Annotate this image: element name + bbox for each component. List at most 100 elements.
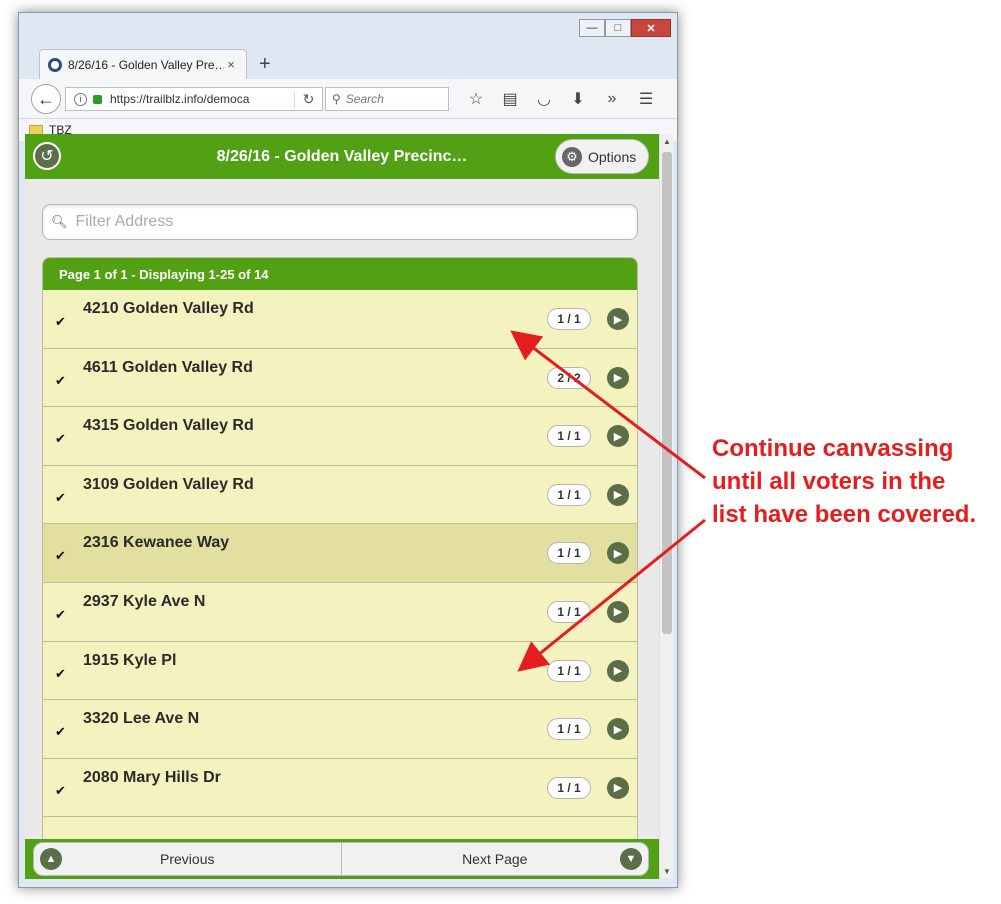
chevron-right-icon[interactable]: ▶: [607, 366, 629, 389]
pocket-icon[interactable]: ◡: [527, 87, 561, 111]
tab-bar: 8/26/16 - Golden Valley Pre… × +: [19, 41, 677, 79]
count-badge: 1 / 1: [547, 600, 591, 623]
checkmark-icon: ✔: [55, 489, 66, 505]
search-icon: 🔍︎: [51, 214, 68, 229]
address-label: 4315 Golden Valley Rd: [83, 417, 254, 435]
checkmark-icon: ✔: [55, 606, 66, 622]
list-item[interactable]: ✔ 4210 Golden Valley Rd 1 / 1 ▶: [43, 290, 637, 349]
scroll-down-icon[interactable]: ▼: [663, 867, 671, 876]
options-button[interactable]: ⚙ Options: [555, 139, 649, 174]
gear-icon: ⚙: [562, 146, 582, 167]
close-window-button[interactable]: ✕: [631, 19, 671, 37]
address-label: 3109 Golden Valley Rd: [83, 475, 254, 493]
count-badge: 1 / 1: [547, 308, 591, 330]
count-badge: 1 / 1: [547, 776, 591, 799]
checkmark-icon: ✔: [55, 665, 66, 681]
new-tab-button[interactable]: +: [259, 53, 271, 76]
address-label: 1915 Kyle Pl: [83, 651, 177, 669]
nav-bar: ← i https://trailblz.info/democa ↻ ⚲ Sea…: [19, 79, 677, 119]
checkmark-icon: ✔: [55, 782, 66, 798]
annotation-line-2: until all voters in the: [712, 468, 946, 495]
overflow-icon[interactable]: »: [595, 87, 629, 111]
options-label: Options: [588, 148, 637, 165]
count-badge: 1 / 1: [547, 425, 591, 448]
url-bar[interactable]: i https://trailblz.info/democa ↻: [65, 87, 323, 111]
annotation-line-1: Continue canvassing: [712, 435, 954, 462]
chevron-right-icon[interactable]: ▶: [607, 718, 629, 741]
annotation-text: Continue canvassing until all voters in …: [712, 432, 997, 531]
chevron-right-icon[interactable]: ▶: [607, 425, 629, 448]
list-item[interactable]: ✔ 4315 Golden Valley Rd 1 / 1 ▶: [43, 407, 637, 466]
annotation-line-3: list have been covered.: [712, 501, 977, 528]
maximize-button[interactable]: □: [605, 19, 631, 37]
count-badge: 1 / 1: [547, 718, 591, 741]
tab-close-icon[interactable]: ×: [224, 57, 238, 72]
toolbar-icons: ☆ ▤ ◡ ⬇ » ☰: [459, 87, 663, 111]
window-controls: — □ ✕: [579, 19, 671, 37]
checkmark-icon: ✔: [55, 724, 66, 740]
chevron-down-icon: ▼: [620, 848, 642, 870]
previous-label: Previous: [160, 851, 215, 867]
web-content: ↺ 8/26/16 - Golden Valley Precinc… ⚙ Opt…: [25, 134, 659, 879]
pager-bar: ▲ Previous Next Page ▼: [33, 842, 649, 876]
reading-list-icon[interactable]: ▤: [493, 87, 527, 111]
download-icon[interactable]: ⬇: [561, 87, 595, 111]
checkmark-icon: ✔: [55, 431, 66, 447]
count-badge: 1 / 1: [547, 659, 591, 682]
next-page-button[interactable]: Next Page ▼: [342, 843, 649, 875]
chevron-right-icon[interactable]: ▶: [607, 542, 629, 565]
pager-footer: ▲ Previous Next Page ▼: [25, 839, 659, 879]
chevron-right-icon[interactable]: ▶: [607, 600, 629, 623]
chevron-right-icon[interactable]: ▶: [607, 776, 629, 799]
address-label: 2080 Mary Hills Dr: [83, 768, 221, 786]
previous-button[interactable]: ▲ Previous: [34, 843, 342, 875]
search-placeholder: Search: [345, 92, 384, 106]
app-header: ↺ 8/26/16 - Golden Valley Precinc… ⚙ Opt…: [25, 134, 659, 179]
search-icon: ⚲: [332, 92, 341, 106]
address-label: 2316 Kewanee Way: [83, 534, 230, 552]
checkmark-icon: ✔: [55, 372, 66, 388]
url-text[interactable]: https://trailblz.info/democa: [110, 92, 294, 106]
filter-address-input[interactable]: [75, 213, 637, 231]
tab-title: 8/26/16 - Golden Valley Pre…: [68, 57, 224, 72]
list-header: Page 1 of 1 - Displaying 1-25 of 14: [43, 258, 637, 290]
chevron-up-icon: ▲: [40, 848, 62, 870]
browser-back-button[interactable]: ←: [31, 84, 61, 114]
chevron-right-icon[interactable]: ▶: [607, 483, 629, 506]
list-item[interactable]: ✔ 1915 Kyle Pl 1 / 1 ▶: [43, 641, 637, 701]
address-label: 3320 Lee Ave N: [83, 710, 200, 728]
site-favicon-icon: [48, 57, 62, 72]
page-scrollbar[interactable]: ▲ ▼: [659, 134, 673, 879]
address-list: Page 1 of 1 - Displaying 1-25 of 14 ✔ 42…: [42, 257, 638, 879]
browser-tab[interactable]: 8/26/16 - Golden Valley Pre… ×: [39, 49, 247, 79]
address-label: 4210 Golden Valley Rd: [83, 300, 254, 317]
menu-icon[interactable]: ☰: [629, 87, 663, 111]
scrollbar-thumb[interactable]: [662, 152, 672, 634]
checkmark-icon: ✔: [55, 314, 66, 329]
list-item[interactable]: ✔ 3320 Lee Ave N 1 / 1 ▶: [43, 700, 637, 759]
list-item[interactable]: ✔ 2937 Kyle Ave N 1 / 1 ▶: [43, 582, 637, 642]
address-label: 2937 Kyle Ave N: [83, 592, 206, 610]
back-circle-icon[interactable]: ↺: [33, 142, 61, 170]
count-badge: 2 / 2: [547, 366, 591, 389]
filter-address-field[interactable]: 🔍︎: [42, 204, 638, 240]
reload-icon[interactable]: ↻: [294, 90, 322, 108]
list-item[interactable]: ✔ 4611 Golden Valley Rd 2 / 2 ▶: [43, 348, 637, 408]
bookmark-star-icon[interactable]: ☆: [459, 87, 493, 111]
minimize-button[interactable]: —: [579, 19, 605, 37]
page-title: 8/26/16 - Golden Valley Precinc…: [216, 147, 468, 165]
chevron-right-icon[interactable]: ▶: [607, 308, 629, 330]
list-item[interactable]: ✔ 3109 Golden Valley Rd 1 / 1 ▶: [43, 465, 637, 525]
chevron-right-icon[interactable]: ▶: [607, 659, 629, 682]
browser-window: — □ ✕ 8/26/16 - Golden Valley Pre… × + ←…: [18, 12, 678, 888]
count-badge: 1 / 1: [547, 483, 591, 506]
lock-icon: [93, 94, 102, 104]
count-badge: 1 / 1: [547, 542, 591, 565]
list-item[interactable]: ✔ 2316 Kewanee Way 1 / 1 ▶: [43, 524, 637, 583]
list-item[interactable]: ✔ 2080 Mary Hills Dr 1 / 1 ▶: [43, 758, 637, 818]
address-label: 4611 Golden Valley Rd: [83, 358, 253, 376]
search-input[interactable]: ⚲ Search: [325, 87, 449, 111]
info-icon[interactable]: i: [74, 92, 87, 106]
checkmark-icon: ✔: [55, 548, 66, 564]
scroll-up-icon[interactable]: ▲: [663, 137, 671, 146]
